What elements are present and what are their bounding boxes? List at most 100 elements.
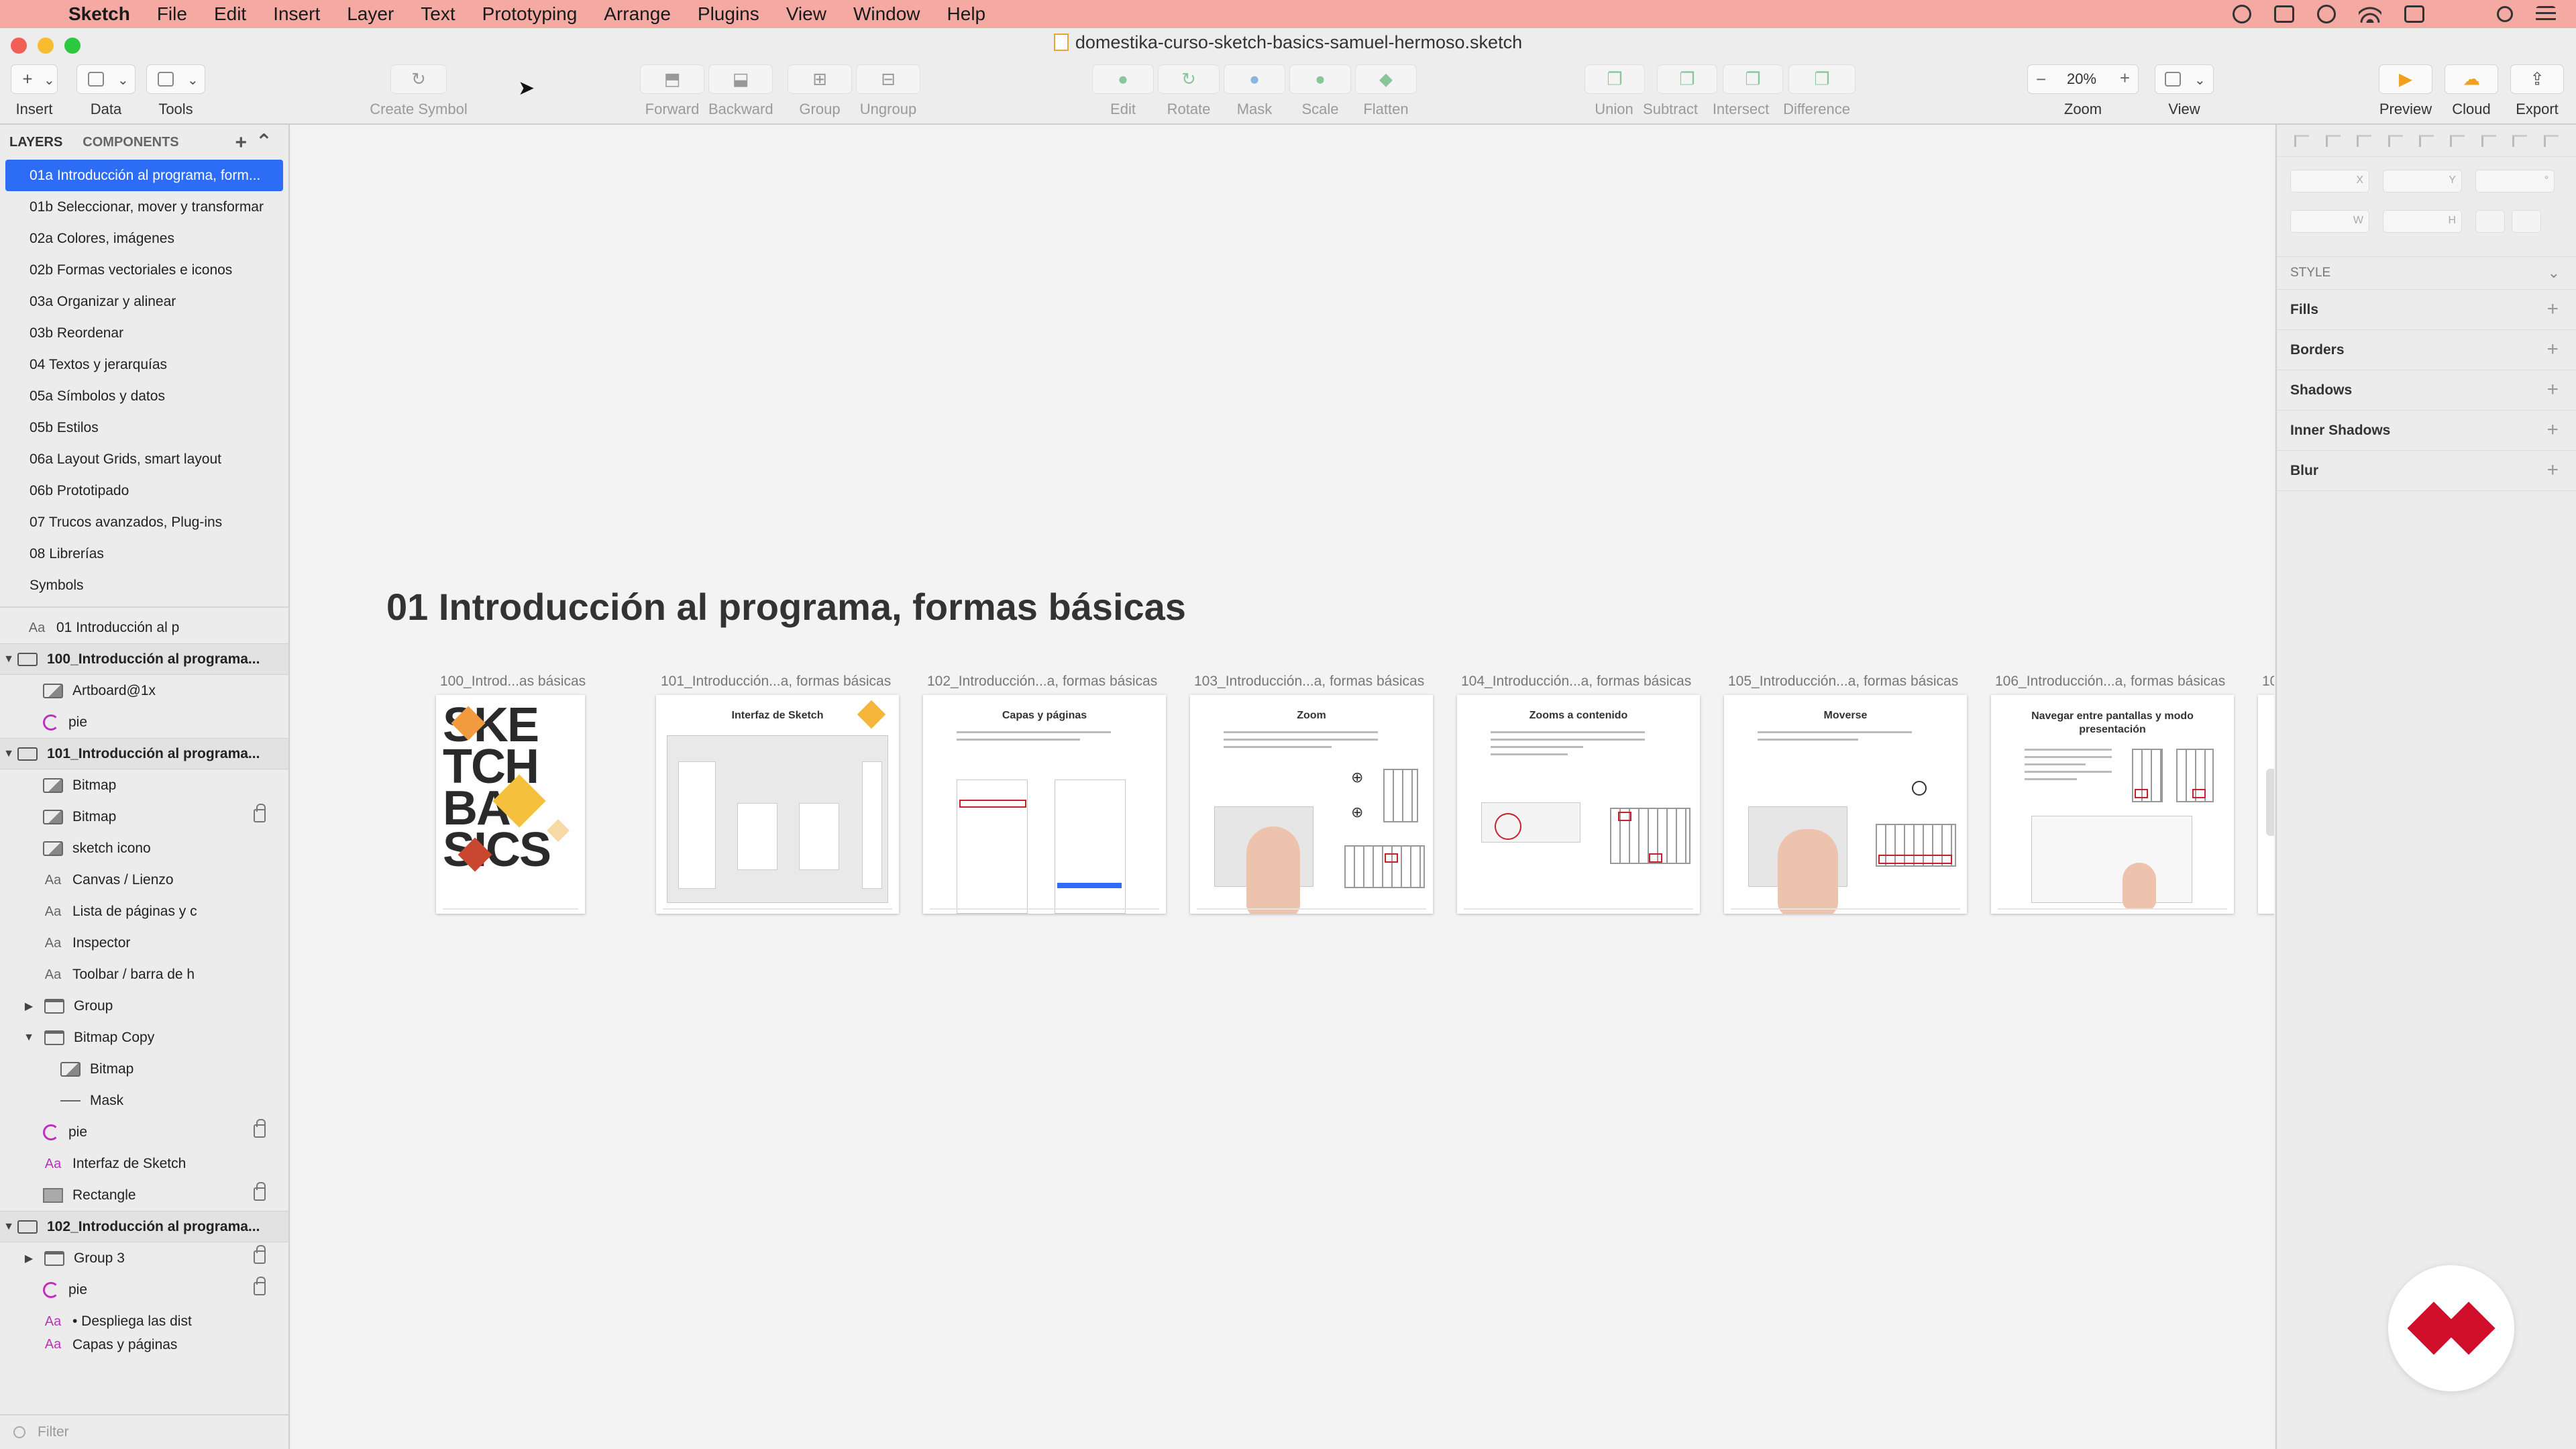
layer-row[interactable]: ▶ Group 3 [0, 1242, 288, 1274]
page-item-08[interactable]: 08 Librerías [0, 538, 288, 570]
artboard-label-107[interactable]: 10 [2262, 674, 2274, 690]
flip-vertical-button[interactable] [2512, 210, 2541, 233]
artboard-label-100[interactable]: 100_Introd...as básicas [440, 674, 586, 690]
filter-bar[interactable]: Filter [0, 1414, 288, 1449]
menu-layer[interactable]: Layer [347, 3, 394, 25]
tab-layers[interactable]: LAYERS [9, 135, 62, 150]
page-item-01a[interactable]: 01a Introducción al programa, form... [5, 160, 283, 191]
page-item-04[interactable]: 04 Textos y jerarquías [0, 349, 288, 380]
add-blur-icon[interactable]: + [2546, 459, 2559, 482]
layer-row[interactable]: pie [0, 706, 288, 738]
page-item-06a[interactable]: 06a Layout Grids, smart layout [0, 443, 288, 475]
disclosure-down-icon[interactable]: ▼ [20, 1032, 38, 1044]
more-options-icon[interactable] [2357, 134, 2372, 147]
menu-prototyping[interactable]: Prototyping [482, 3, 578, 25]
preview-button[interactable]: ▶ [2379, 64, 2432, 94]
lock-icon[interactable] [254, 1277, 266, 1295]
artboard-106-thumbnail[interactable]: Navegar entre pantallas y modo presentac… [1991, 695, 2234, 914]
disclosure-down-icon[interactable]: ▼ [0, 1221, 17, 1233]
page-item-05a[interactable]: 05a Símbolos y datos [0, 380, 288, 412]
layer-row[interactable]: pie [0, 1116, 288, 1148]
add-border-icon[interactable]: + [2546, 338, 2559, 361]
shadows-section[interactable]: Shadows + [2277, 370, 2576, 411]
record-icon[interactable] [2233, 5, 2251, 23]
forward-button[interactable]: ⬒ [640, 64, 704, 94]
menu-plugins[interactable]: Plugins [698, 3, 759, 25]
menu-file[interactable]: File [157, 3, 187, 25]
data-button[interactable]: ⌄ [76, 64, 136, 94]
layer-row[interactable]: Aa Inspector [0, 927, 288, 959]
page-heading-text[interactable]: 01 Introducción al programa, formas bási… [386, 585, 1186, 629]
rotate-button[interactable]: ↻ [1158, 64, 1220, 94]
export-button[interactable]: ⇪ [2510, 64, 2564, 94]
artboard-104-thumbnail[interactable]: Zooms a contenido [1457, 695, 1700, 914]
layer-row[interactable]: sketch icono [0, 833, 288, 864]
page-item-symbols[interactable]: Symbols [0, 570, 288, 601]
keyboard-icon[interactable] [2404, 5, 2424, 23]
layer-row[interactable]: Bitmap [0, 769, 288, 801]
artboard-label-105[interactable]: 105_Introducción...a, formas básicas [1728, 674, 1958, 690]
layer-row[interactable]: Aa 01 Introducción al p [0, 612, 288, 643]
x-field[interactable]: X [2290, 170, 2369, 193]
rotation-field[interactable]: ° [2475, 170, 2555, 193]
artboard-100-thumbnail[interactable]: SKE TCH BA SICS [436, 695, 585, 914]
layer-row[interactable]: Bitmap [0, 1053, 288, 1085]
layer-row[interactable]: pie [0, 1274, 288, 1305]
zoom-out-button[interactable]: − [2036, 69, 2046, 90]
wifi-icon[interactable] [2359, 5, 2381, 23]
layer-row[interactable]: Aa Canvas / Lienzo [0, 864, 288, 896]
backward-button[interactable]: ⬓ [708, 64, 773, 94]
layer-row[interactable]: Aa Toolbar / barra de h [0, 959, 288, 990]
layer-row[interactable]: ▶ Group [0, 990, 288, 1022]
artboard-label-103[interactable]: 103_Introducción...a, formas básicas [1194, 674, 1424, 690]
blur-section[interactable]: Blur + [2277, 451, 2576, 491]
artboard-label-102[interactable]: 102_Introducción...a, formas básicas [927, 674, 1157, 690]
align-left-icon[interactable] [2387, 134, 2403, 147]
menu-arrange[interactable]: Arrange [604, 3, 671, 25]
spotlight-search-icon[interactable] [2497, 6, 2513, 22]
layer-row[interactable]: Aa Capas y páginas [0, 1337, 288, 1357]
tools-button[interactable]: ⌄ [146, 64, 205, 94]
add-shadow-icon[interactable]: + [2546, 378, 2559, 401]
zoom-in-button[interactable]: + [2120, 68, 2130, 89]
menu-view[interactable]: View [786, 3, 826, 25]
add-page-icon[interactable]: + [235, 131, 247, 154]
notification-center-icon[interactable] [2536, 6, 2556, 22]
page-item-05b[interactable]: 05b Estilos [0, 412, 288, 443]
layer-row[interactable]: Mask [0, 1085, 288, 1116]
artboard-row-100[interactable]: ▼ 100_Introducción al programa... [0, 643, 288, 675]
artboard-label-104[interactable]: 104_Introducción...a, formas básicas [1461, 674, 1691, 690]
y-field[interactable]: Y [2383, 170, 2462, 193]
page-item-07[interactable]: 07 Trucos avanzados, Plug-ins [0, 506, 288, 538]
page-item-01b[interactable]: 01b Seleccionar, mover y transformar [0, 191, 288, 223]
borders-section[interactable]: Borders + [2277, 330, 2576, 370]
artboard-row-102[interactable]: ▼ 102_Introducción al programa... [0, 1211, 288, 1242]
align-right-icon[interactable] [2450, 134, 2465, 147]
menu-edit[interactable]: Edit [214, 3, 246, 25]
width-field[interactable]: W [2290, 210, 2369, 233]
screen-mirror-icon[interactable] [2274, 5, 2294, 23]
edit-button[interactable]: ● [1092, 64, 1154, 94]
align-bottom-icon[interactable] [2543, 134, 2559, 147]
align-top-icon[interactable] [2481, 134, 2496, 147]
page-item-03a[interactable]: 03a Organizar y alinear [0, 286, 288, 317]
add-inner-shadow-icon[interactable]: + [2546, 419, 2559, 441]
layer-row[interactable]: Aa Interfaz de Sketch [0, 1148, 288, 1179]
layer-row[interactable]: ▼ Bitmap Copy [0, 1022, 288, 1053]
menu-window[interactable]: Window [853, 3, 920, 25]
flip-horizontal-button[interactable] [2475, 210, 2505, 233]
group-button[interactable]: ⊞ [788, 64, 852, 94]
flatten-button[interactable]: ◆ [1355, 64, 1417, 94]
artboard-107-thumbnail[interactable] [2258, 695, 2274, 914]
intersect-button[interactable]: ❐ [1723, 64, 1783, 94]
style-header[interactable]: STYLE ⌄ [2277, 256, 2576, 290]
cloud-button[interactable]: ☁ [2445, 64, 2498, 94]
menu-sketch[interactable]: Sketch [68, 3, 130, 25]
layer-row[interactable]: Artboard@1x [0, 675, 288, 706]
page-item-03b[interactable]: 03b Reordenar [0, 317, 288, 349]
artboard-101-thumbnail[interactable]: Interfaz de Sketch [656, 695, 899, 914]
disclosure-right-icon[interactable]: ▶ [20, 1252, 38, 1265]
tab-components[interactable]: COMPONENTS [83, 135, 178, 150]
create-symbol-button[interactable]: ↻ [390, 64, 447, 94]
artboard-label-101[interactable]: 101_Introducción...a, formas básicas [661, 674, 891, 690]
